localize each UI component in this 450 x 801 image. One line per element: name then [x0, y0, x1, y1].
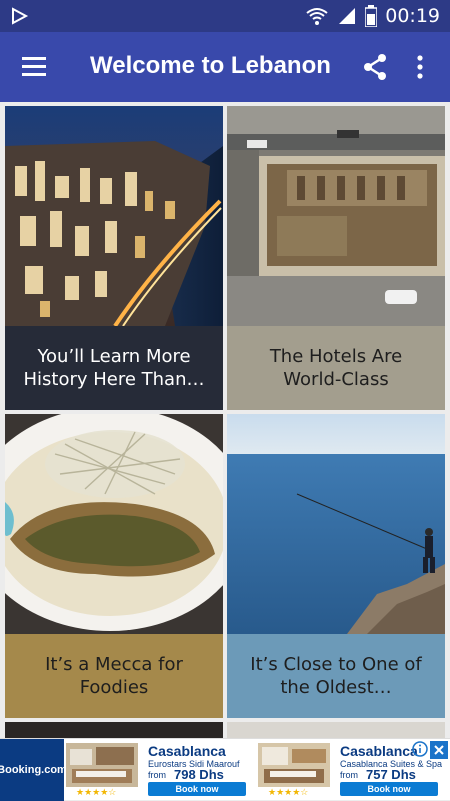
ad-info-icon[interactable] [412, 741, 428, 757]
card-caption: It’s a Mecca for Foodies [5, 634, 223, 718]
book-now-button[interactable]: Book now [340, 782, 438, 796]
article-card[interactable]: The Hotels Are World-Class [227, 106, 445, 410]
share-icon[interactable] [360, 52, 390, 82]
page-title: Welcome to Lebanon [90, 52, 331, 79]
article-grid: You’ll Learn More History Here Than… The… [0, 102, 450, 738]
article-card-partial[interactable] [227, 722, 445, 738]
city-night-photo [5, 106, 223, 326]
signal-icon [339, 8, 356, 24]
article-card[interactable]: It’s Close to One of the Oldest… [227, 414, 445, 718]
ad-brand-logo[interactable]: Booking.com [0, 739, 67, 801]
ad-from-label: from [148, 770, 166, 780]
fish-dish-photo [5, 414, 223, 634]
article-card[interactable]: You’ll Learn More History Here Than… [5, 106, 223, 410]
book-now-button[interactable]: Book now [148, 782, 246, 796]
play-store-icon [12, 7, 29, 25]
status-time: 00:19 [385, 5, 440, 27]
ad-price: 798 Dhs [174, 767, 224, 782]
sea-fisherman-photo [227, 414, 445, 634]
more-options-icon[interactable] [410, 53, 430, 83]
card-caption: The Hotels Are World-Class [227, 326, 445, 410]
card-caption: You’ll Learn More History Here Than… [5, 326, 223, 410]
hotel-room-photo [66, 743, 138, 787]
hamburger-menu-icon[interactable] [18, 52, 52, 82]
status-bar: 00:19 [0, 0, 450, 32]
ad-price: 757 Dhs [366, 767, 416, 782]
article-card[interactable]: It’s a Mecca for Foodies [5, 414, 223, 718]
hotel-rating-stars: ★★★★☆ [268, 787, 309, 797]
app-bar: Welcome to Lebanon [0, 32, 450, 102]
hotel-rating-stars: ★★★★☆ [76, 787, 117, 797]
roman-ruins-photo [227, 106, 445, 326]
ad-hotel-name: Casablanca [148, 743, 226, 759]
ad-hotel-name: Casablanca [340, 743, 418, 759]
ad-close-icon[interactable] [430, 741, 448, 759]
ad-from-label: from [340, 770, 358, 780]
ad-banner[interactable]: Booking.com ★★★★☆ Casablanca Eurostars S… [0, 738, 450, 801]
hotel-room-photo [258, 743, 330, 787]
battery-icon [365, 5, 378, 27]
card-caption: It’s Close to One of the Oldest… [227, 634, 445, 718]
ad-unit[interactable]: ★★★★☆ Casablanca Eurostars Sidi Maarouf … [64, 739, 254, 801]
article-card-partial[interactable] [5, 722, 223, 738]
wifi-icon [306, 8, 328, 25]
